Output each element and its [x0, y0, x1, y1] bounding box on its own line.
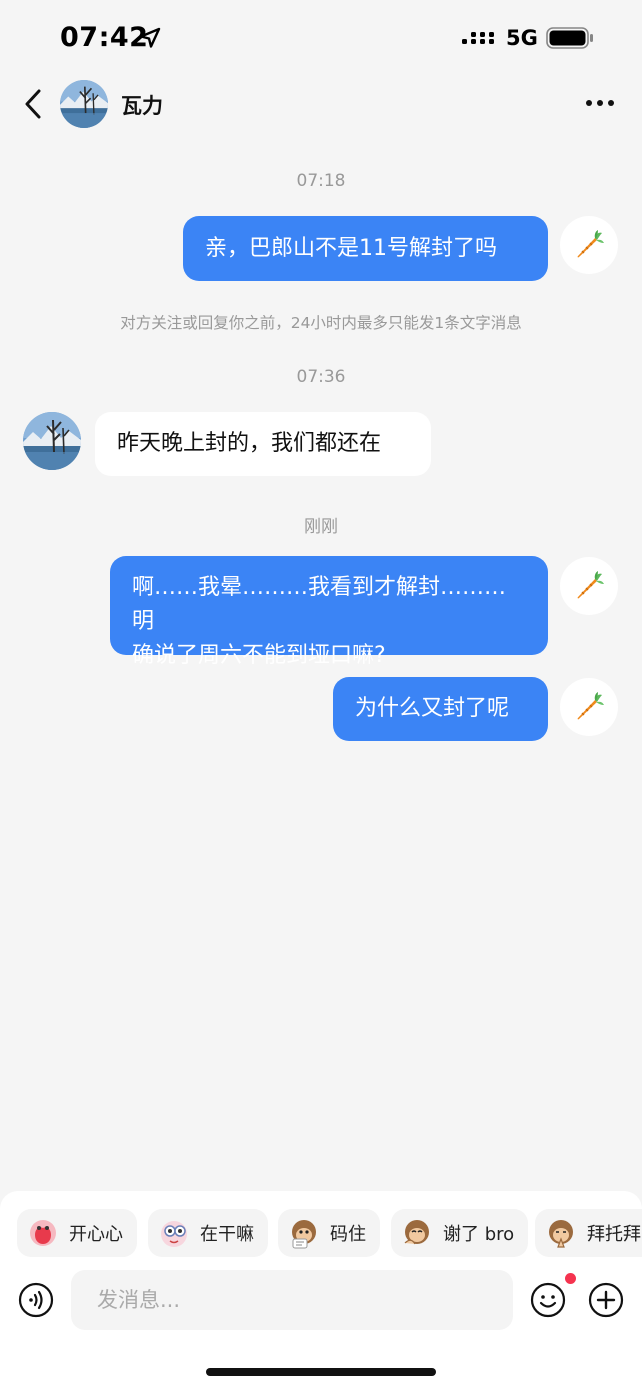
chip-label: 谢了 bro [443, 1224, 515, 1245]
chip-label: 拜托拜 [587, 1224, 641, 1245]
quick-reply-chip[interactable]: 开心心 [17, 1209, 137, 1257]
contact-avatar[interactable] [60, 80, 108, 128]
message-text: 啊……我晕………我看到才解封………明 确说了周六不能到垭口嘛? [132, 571, 526, 673]
carrot-icon [577, 571, 604, 599]
rate-limit-notice: 对方关注或回复你之前，24小时内最多只能发1条文字消息 [120, 314, 522, 332]
contact-name[interactable]: 瓦力 [121, 90, 163, 120]
network-type: 5G [506, 26, 538, 50]
my-avatar[interactable] [560, 216, 618, 274]
composer-panel: 开心心 在干嘛 码住 谢了 bro 拜托拜 发消息... [0, 1191, 642, 1389]
incoming-message[interactable]: 昨天晚上封的，我们都还在 [95, 412, 431, 476]
message-text: 亲，巴郎山不是11号解封了吗 [205, 235, 497, 261]
landscape-avatar-image [60, 80, 108, 128]
voice-input-icon[interactable] [18, 1282, 54, 1318]
monkey-please-sticker-icon [549, 1220, 573, 1248]
chip-label: 在干嘛 [200, 1224, 254, 1245]
message-line: 啊……我晕………我看到才解封………明 [132, 575, 507, 634]
carrot-icon [577, 230, 604, 258]
quick-reply-chip[interactable]: 谢了 bro [391, 1209, 529, 1257]
status-bar: 07:42 5G [0, 0, 642, 78]
message-timestamp: 刚刚 [304, 517, 338, 537]
contact-avatar[interactable] [23, 412, 81, 470]
my-avatar[interactable] [560, 557, 618, 615]
back-arrow-icon[interactable] [18, 86, 50, 122]
add-attachment-icon[interactable] [588, 1282, 624, 1318]
outgoing-message[interactable]: 啊……我晕………我看到才解封………明 确说了周六不能到垭口嘛? [110, 556, 548, 668]
message-line: 确说了周六不能到垭口嘛? [132, 643, 386, 668]
location-arrow-icon [139, 27, 161, 48]
message-timestamp: 07:18 [296, 171, 346, 191]
happy-sticker-icon [30, 1220, 56, 1246]
notification-dot [565, 1273, 576, 1284]
emoji-icon[interactable] [530, 1282, 566, 1318]
signal-icon [462, 32, 494, 44]
curious-sticker-icon [161, 1221, 187, 1247]
my-avatar[interactable] [560, 678, 618, 736]
outgoing-message[interactable]: 亲，巴郎山不是11号解封了吗 [183, 216, 548, 281]
carrot-icon [577, 692, 604, 720]
quick-reply-chip[interactable]: 码住 [278, 1209, 380, 1257]
monkey-thanks-sticker-icon [404, 1220, 429, 1245]
monkey-note-sticker-icon [292, 1220, 316, 1249]
landscape-avatar-image [23, 412, 81, 470]
message-timestamp: 07:36 [296, 367, 346, 387]
message-text: 昨天晚上封的，我们都还在 [117, 431, 382, 456]
outgoing-message[interactable]: 为什么又封了呢 [333, 677, 548, 741]
quick-reply-chip[interactable]: 拜托拜 [535, 1209, 642, 1257]
chip-label: 开心心 [69, 1224, 123, 1245]
more-options-icon[interactable] [584, 92, 616, 114]
quick-reply-chip[interactable]: 在干嘛 [148, 1209, 268, 1257]
chip-label: 码住 [330, 1224, 366, 1245]
message-text: 为什么又封了呢 [355, 696, 510, 721]
status-time: 07:42 [60, 22, 149, 53]
message-input[interactable] [71, 1270, 513, 1330]
chat-header: 瓦力 [0, 78, 642, 132]
home-indicator[interactable] [206, 1368, 436, 1376]
battery-icon [546, 27, 593, 49]
